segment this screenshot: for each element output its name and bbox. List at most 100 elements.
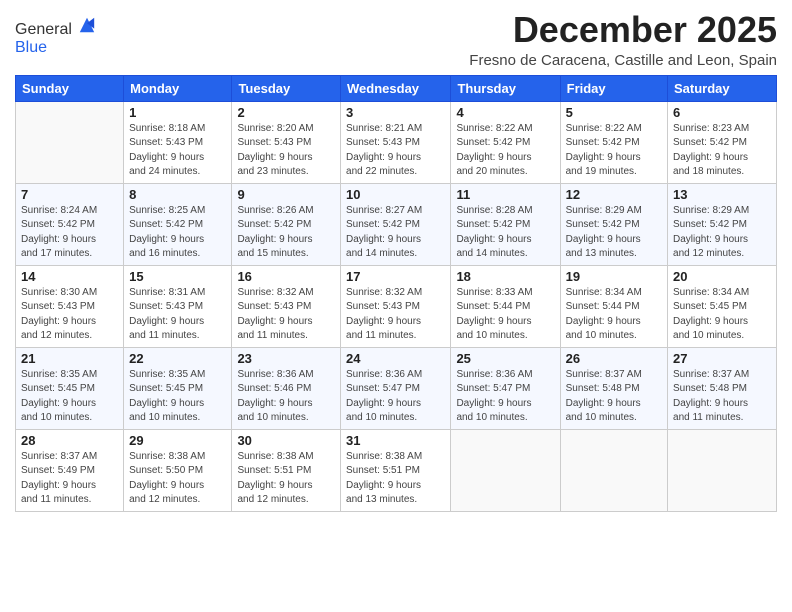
calendar-day-18: 18 Sunrise: 8:33 AM Sunset: 5:44 PM Dayli… [451, 265, 560, 347]
day-number: 14 [21, 269, 118, 284]
weekday-header-row: SundayMondayTuesdayWednesdayThursdayFrid… [16, 75, 777, 101]
day-info: Sunrise: 8:29 AM Sunset: 5:42 PM Dayligh… [673, 204, 771, 262]
day-number: 9 [237, 187, 335, 202]
calendar-day-22: 22 Sunrise: 8:35 AM Sunset: 5:45 PM Dayli… [124, 347, 232, 429]
day-number: 4 [456, 105, 554, 120]
calendar-day-26: 26 Sunrise: 8:37 AM Sunset: 5:48 PM Dayli… [560, 347, 667, 429]
day-info: Sunrise: 8:32 AM Sunset: 5:43 PM Dayligh… [346, 286, 445, 344]
day-info: Sunrise: 8:24 AM Sunset: 5:42 PM Dayligh… [21, 204, 118, 262]
weekday-header-monday: Monday [124, 75, 232, 101]
day-info: Sunrise: 8:38 AM Sunset: 5:51 PM Dayligh… [237, 450, 335, 508]
weekday-header-saturday: Saturday [668, 75, 777, 101]
day-number: 13 [673, 187, 771, 202]
weekday-header-wednesday: Wednesday [341, 75, 451, 101]
calendar-table: SundayMondayTuesdayWednesdayThursdayFrid… [15, 75, 777, 512]
calendar-day-23: 23Sunrise: 8:36 AM Sunset: 5:46 PM Dayli… [232, 347, 341, 429]
calendar-day-14: 14 Sunrise: 8:30 AM Sunset: 5:43 PM Dayli… [16, 265, 124, 347]
location-subtitle: Fresno de Caracena, Castille and Leon, S… [469, 52, 777, 69]
calendar-day-1: 1 Sunrise: 8:18 AM Sunset: 5:43 PM Daylig… [124, 101, 232, 183]
day-number: 24 [346, 351, 445, 366]
weekday-header-tuesday: Tuesday [232, 75, 341, 101]
calendar-day-empty [668, 429, 777, 511]
day-number: 26 [566, 351, 662, 366]
calendar-day-24: 24 Sunrise: 8:36 AM Sunset: 5:47 PM Dayli… [341, 347, 451, 429]
day-info: Sunrise: 8:34 AM Sunset: 5:44 PM Dayligh… [566, 286, 662, 344]
day-number: 2 [237, 105, 335, 120]
calendar-day-6: 6 Sunrise: 8:23 AM Sunset: 5:42 PM Daylig… [668, 101, 777, 183]
day-number: 21 [21, 351, 118, 366]
day-number: 31 [346, 433, 445, 448]
calendar-day-2: 2 Sunrise: 8:20 AM Sunset: 5:43 PM Daylig… [232, 101, 341, 183]
day-number: 17 [346, 269, 445, 284]
day-info: Sunrise: 8:20 AM Sunset: 5:43 PM Dayligh… [237, 122, 335, 180]
day-number: 1 [129, 105, 226, 120]
weekday-header-sunday: Sunday [16, 75, 124, 101]
calendar-day-5: 5Sunrise: 8:22 AM Sunset: 5:42 PM Daylig… [560, 101, 667, 183]
calendar-day-empty [16, 101, 124, 183]
day-info: Sunrise: 8:25 AM Sunset: 5:42 PM Dayligh… [129, 204, 226, 262]
day-number: 8 [129, 187, 226, 202]
calendar-day-9: 9 Sunrise: 8:26 AM Sunset: 5:42 PM Daylig… [232, 183, 341, 265]
day-info: Sunrise: 8:30 AM Sunset: 5:43 PM Dayligh… [21, 286, 118, 344]
calendar-day-21: 21 Sunrise: 8:35 AM Sunset: 5:45 PM Dayli… [16, 347, 124, 429]
calendar-day-empty [451, 429, 560, 511]
weekday-header-thursday: Thursday [451, 75, 560, 101]
calendar-day-31: 31 Sunrise: 8:38 AM Sunset: 5:51 PM Dayli… [341, 429, 451, 511]
day-info: Sunrise: 8:26 AM Sunset: 5:42 PM Dayligh… [237, 204, 335, 262]
calendar-week-row: 14 Sunrise: 8:30 AM Sunset: 5:43 PM Dayli… [16, 265, 777, 347]
day-info: Sunrise: 8:37 AM Sunset: 5:48 PM Dayligh… [566, 368, 662, 426]
calendar-day-4: 4 Sunrise: 8:22 AM Sunset: 5:42 PM Daylig… [451, 101, 560, 183]
calendar-day-30: 30 Sunrise: 8:38 AM Sunset: 5:51 PM Dayli… [232, 429, 341, 511]
day-info: Sunrise: 8:22 AM Sunset: 5:42 PM Dayligh… [456, 122, 554, 180]
calendar-day-8: 8 Sunrise: 8:25 AM Sunset: 5:42 PM Daylig… [124, 183, 232, 265]
weekday-header-friday: Friday [560, 75, 667, 101]
calendar-day-3: 3Sunrise: 8:21 AM Sunset: 5:43 PM Daylig… [341, 101, 451, 183]
day-number: 18 [456, 269, 554, 284]
day-number: 10 [346, 187, 445, 202]
logo: General Blue [15, 16, 96, 57]
calendar-day-19: 19 Sunrise: 8:34 AM Sunset: 5:44 PM Dayli… [560, 265, 667, 347]
calendar-day-empty [560, 429, 667, 511]
day-info: Sunrise: 8:36 AM Sunset: 5:47 PM Dayligh… [456, 368, 554, 426]
day-number: 19 [566, 269, 662, 284]
calendar-week-row: 28 Sunrise: 8:37 AM Sunset: 5:49 PM Dayli… [16, 429, 777, 511]
day-info: Sunrise: 8:29 AM Sunset: 5:42 PM Dayligh… [566, 204, 662, 262]
day-info: Sunrise: 8:36 AM Sunset: 5:47 PM Dayligh… [346, 368, 445, 426]
calendar-day-25: 25 Sunrise: 8:36 AM Sunset: 5:47 PM Dayli… [451, 347, 560, 429]
calendar-day-20: 20 Sunrise: 8:34 AM Sunset: 5:45 PM Dayli… [668, 265, 777, 347]
day-info: Sunrise: 8:33 AM Sunset: 5:44 PM Dayligh… [456, 286, 554, 344]
day-info: Sunrise: 8:35 AM Sunset: 5:45 PM Dayligh… [129, 368, 226, 426]
day-info: Sunrise: 8:23 AM Sunset: 5:42 PM Dayligh… [673, 122, 771, 180]
page-container: General Blue December 2025 Fresno de Car… [0, 0, 792, 612]
day-number: 20 [673, 269, 771, 284]
title-block: December 2025 Fresno de Caracena, Castil… [469, 10, 777, 69]
day-number: 25 [456, 351, 554, 366]
day-info: Sunrise: 8:31 AM Sunset: 5:43 PM Dayligh… [129, 286, 226, 344]
day-info: Sunrise: 8:35 AM Sunset: 5:45 PM Dayligh… [21, 368, 118, 426]
day-info: Sunrise: 8:38 AM Sunset: 5:51 PM Dayligh… [346, 450, 445, 508]
day-number: 15 [129, 269, 226, 284]
calendar-day-29: 29Sunrise: 8:38 AM Sunset: 5:50 PM Dayli… [124, 429, 232, 511]
day-info: Sunrise: 8:18 AM Sunset: 5:43 PM Dayligh… [129, 122, 226, 180]
day-number: 11 [456, 187, 554, 202]
day-info: Sunrise: 8:21 AM Sunset: 5:43 PM Dayligh… [346, 122, 445, 180]
day-number: 28 [21, 433, 118, 448]
calendar-day-7: 7Sunrise: 8:24 AM Sunset: 5:42 PM Daylig… [16, 183, 124, 265]
day-info: Sunrise: 8:32 AM Sunset: 5:43 PM Dayligh… [237, 286, 335, 344]
calendar-week-row: 21 Sunrise: 8:35 AM Sunset: 5:45 PM Dayli… [16, 347, 777, 429]
calendar-week-row: 7Sunrise: 8:24 AM Sunset: 5:42 PM Daylig… [16, 183, 777, 265]
day-info: Sunrise: 8:28 AM Sunset: 5:42 PM Dayligh… [456, 204, 554, 262]
day-number: 23 [237, 351, 335, 366]
day-info: Sunrise: 8:37 AM Sunset: 5:48 PM Dayligh… [673, 368, 771, 426]
day-number: 6 [673, 105, 771, 120]
day-info: Sunrise: 8:27 AM Sunset: 5:42 PM Dayligh… [346, 204, 445, 262]
month-year-title: December 2025 [469, 10, 777, 50]
day-info: Sunrise: 8:37 AM Sunset: 5:49 PM Dayligh… [21, 450, 118, 508]
logo-icon [78, 16, 96, 34]
day-number: 30 [237, 433, 335, 448]
day-number: 22 [129, 351, 226, 366]
header: General Blue December 2025 Fresno de Car… [15, 10, 777, 69]
day-info: Sunrise: 8:34 AM Sunset: 5:45 PM Dayligh… [673, 286, 771, 344]
calendar-day-11: 11 Sunrise: 8:28 AM Sunset: 5:42 PM Dayli… [451, 183, 560, 265]
calendar-day-27: 27Sunrise: 8:37 AM Sunset: 5:48 PM Dayli… [668, 347, 777, 429]
